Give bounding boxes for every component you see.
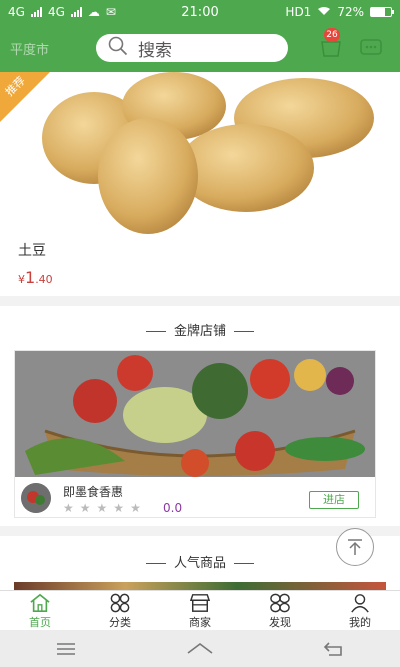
rating-value: 0.0 — [163, 501, 183, 515]
tab-store[interactable]: 商家 — [160, 591, 240, 630]
rating-stars: ★ ★ ★ ★ ★ — [63, 501, 141, 515]
category-icon — [110, 593, 130, 613]
wifi-icon — [317, 5, 331, 19]
enter-shop-button[interactable]: 进店 — [309, 491, 359, 509]
bottom-tab-bar: 首页 分类 商家 发现 我的 — [0, 590, 400, 630]
tab-profile-label: 我的 — [349, 616, 371, 629]
product-card[interactable]: 推荐 土豆 ¥1.40 — [0, 72, 400, 296]
back-to-top-button[interactable] — [336, 528, 374, 566]
menu-icon[interactable] — [55, 642, 77, 656]
star-icon: ★ — [130, 501, 141, 515]
header: 平度市 搜索 26 — [0, 24, 400, 72]
discover-icon — [270, 593, 290, 613]
cart-badge: 26 — [324, 28, 340, 42]
cart-button[interactable]: 26 — [318, 28, 344, 60]
search-icon — [108, 36, 128, 60]
tab-profile[interactable]: 我的 — [320, 591, 400, 630]
signal-icon-2 — [70, 7, 82, 17]
product-name: 土豆 — [18, 243, 46, 259]
home-nav-icon[interactable] — [186, 641, 214, 657]
hd-label: HD1 — [285, 5, 312, 19]
profile-icon — [351, 594, 369, 613]
store-icon — [189, 594, 211, 612]
system-nav-bar — [0, 630, 400, 667]
star-icon: ★ — [113, 501, 125, 515]
clock: 21:00 — [181, 4, 219, 20]
battery-icon — [370, 7, 394, 17]
tab-home-label: 首页 — [29, 616, 51, 629]
home-icon — [30, 593, 50, 612]
battery-percent: 72% — [337, 5, 364, 19]
shop-card[interactable]: 即墨食香惠 ★ ★ ★ ★ ★ 0.0 进店 — [14, 350, 376, 518]
tab-store-label: 商家 — [189, 616, 211, 629]
signal-icon — [30, 7, 42, 17]
message-icon[interactable] — [360, 38, 382, 58]
city-selector[interactable]: 平度市 — [10, 39, 90, 58]
status-bar: 4G 4G ☁ ✉ 21:00 HD1 72% — [0, 0, 400, 24]
vegetable-basket-image — [15, 351, 375, 477]
notification-icon: ✉ — [105, 5, 116, 19]
search-placeholder: 搜索 — [138, 40, 172, 61]
star-icon: ★ — [96, 501, 108, 515]
star-icon: ★ — [63, 501, 74, 515]
cloud-icon: ☁ — [87, 5, 100, 19]
star-icon: ★ — [79, 501, 91, 515]
tab-discover[interactable]: 发现 — [240, 591, 320, 630]
shop-name: 即墨食香惠 — [63, 485, 124, 499]
section-title-gold-shops: 金牌店铺 — [0, 320, 400, 339]
tab-home[interactable]: 首页 — [0, 591, 80, 630]
potato-image — [42, 72, 374, 234]
tab-discover-label: 发现 — [269, 616, 291, 629]
back-icon[interactable] — [323, 641, 345, 657]
tab-category[interactable]: 分类 — [80, 591, 160, 630]
gold-shops-section: 金牌店铺 即墨食香惠 ★ ★ ★ ★ ★ 0.0 进店 — [0, 306, 400, 526]
shop-avatar — [21, 483, 51, 513]
search-input[interactable]: 搜索 — [96, 34, 288, 62]
product-price: ¥1.40 — [18, 268, 53, 287]
tab-category-label: 分类 — [109, 616, 131, 629]
arrow-up-icon — [348, 539, 362, 555]
network-label-2: 4G — [47, 5, 65, 19]
network-label: 4G — [8, 5, 25, 19]
